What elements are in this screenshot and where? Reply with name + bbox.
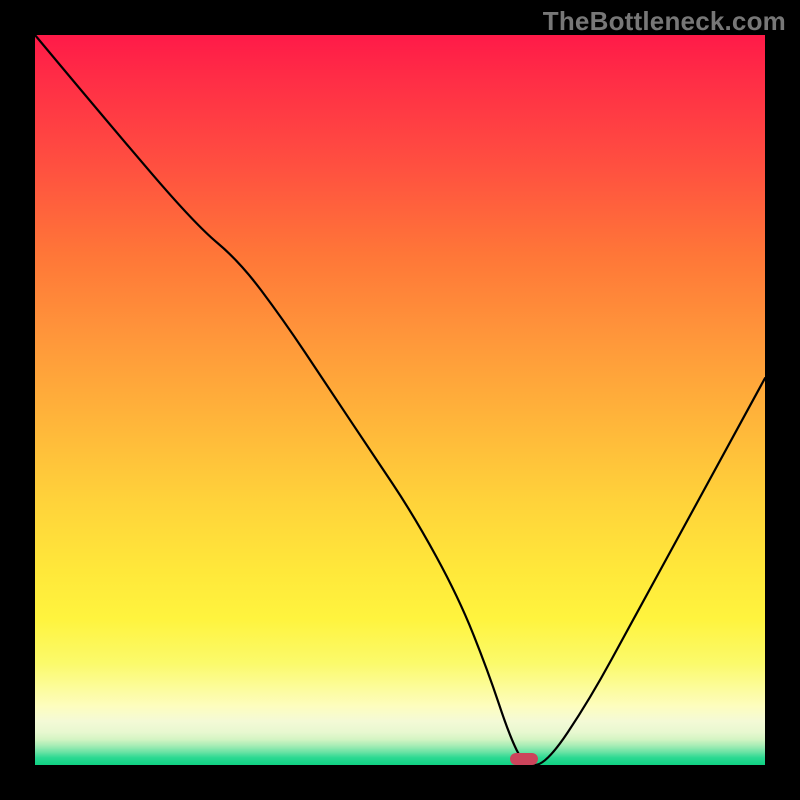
chart-frame: TheBottleneck.com (0, 0, 800, 800)
plot-area (35, 35, 765, 765)
bottleneck-curve (35, 35, 765, 765)
watermark-text: TheBottleneck.com (543, 6, 786, 37)
optimal-marker (510, 753, 538, 765)
